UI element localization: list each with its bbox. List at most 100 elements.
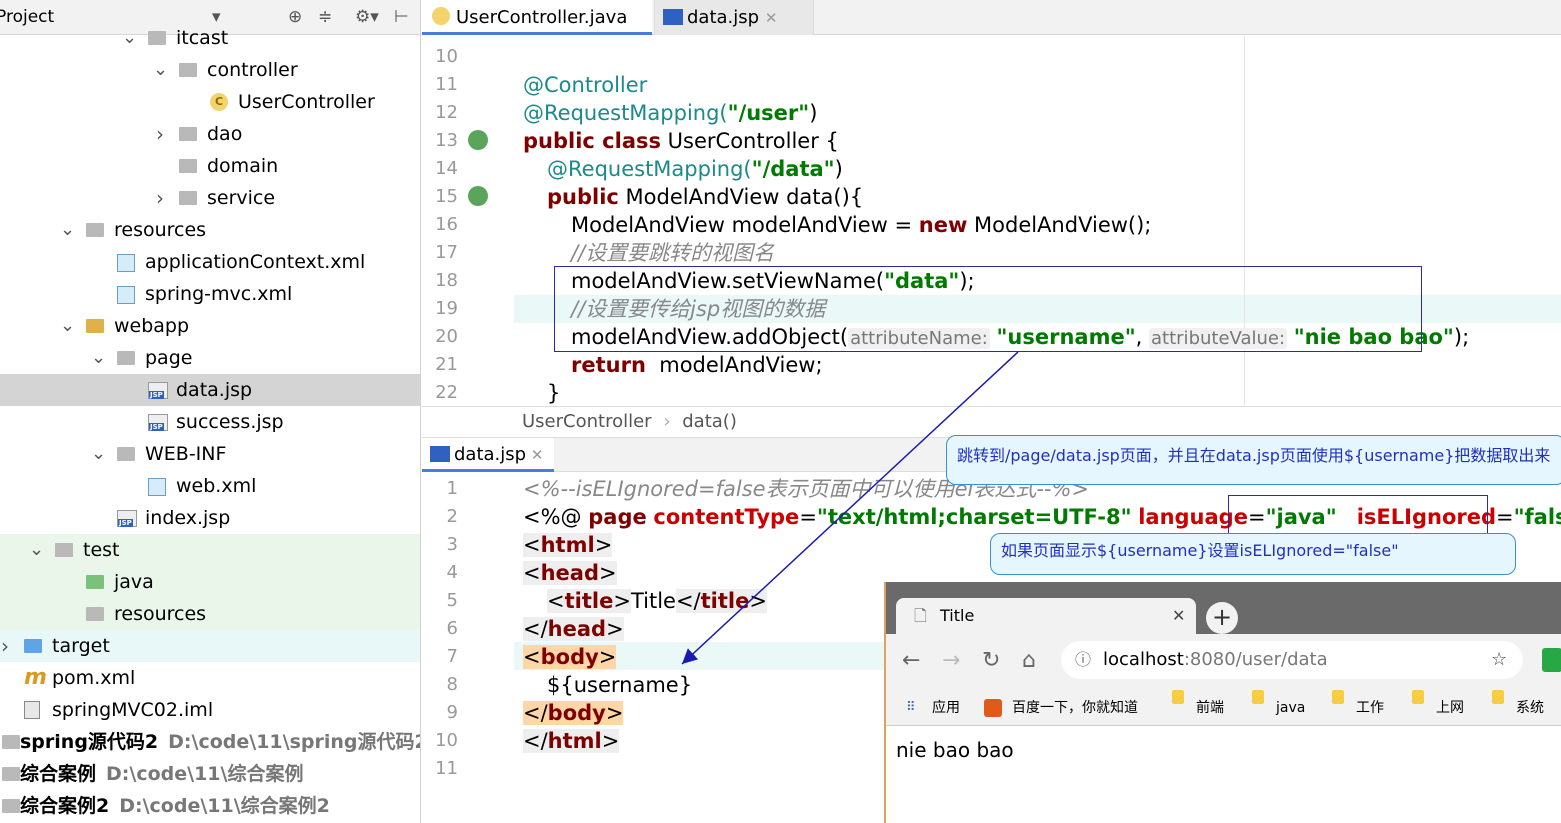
folder-icon: [86, 575, 104, 589]
chevron-down-icon[interactable]: ⌄: [91, 438, 106, 470]
star-icon[interactable]: ☆: [1491, 641, 1507, 679]
tree-item[interactable]: ⌄ itcast: [0, 22, 420, 54]
tree-item[interactable]: ⌄ controller: [0, 54, 420, 86]
bookmark-item[interactable]: 前端: [1196, 690, 1224, 726]
folder-icon: [179, 63, 197, 77]
tree-item[interactable]: ⌄ resources: [0, 214, 420, 246]
chevron-down-icon[interactable]: ⌄: [122, 22, 137, 54]
line-number: 5: [446, 590, 458, 611]
apps-icon[interactable]: ⠿: [906, 690, 916, 726]
browser-toolbar: ← → ↻ ⌂ ⓘ localhost:8080/user/data ☆: [886, 634, 1561, 690]
forward-icon[interactable]: →: [942, 648, 960, 673]
xml-file-icon: [117, 254, 135, 272]
tree-item[interactable]: › dao: [0, 118, 420, 150]
chevron-down-icon[interactable]: ⌄: [91, 342, 106, 374]
tag-name: body: [547, 701, 606, 725]
code-text: }: [547, 381, 561, 405]
tree-item-label: webapp: [114, 315, 190, 337]
chevron-right-icon[interactable]: ›: [153, 118, 167, 150]
line-number: 7: [446, 646, 458, 667]
jsp-icon: [430, 446, 450, 462]
tree-item[interactable]: springMVC02.iml: [0, 694, 420, 726]
browser-tab[interactable]: 🗋 Title ✕: [896, 598, 1196, 634]
spring-bean-gutter-icon[interactable]: [468, 130, 488, 150]
tree-item[interactable]: m pom.xml: [0, 662, 420, 694]
new-tab-button[interactable]: +: [1206, 602, 1238, 634]
tree-item[interactable]: success.jsp: [0, 406, 420, 438]
line-number: 8: [446, 674, 458, 695]
chevron-right-icon: ›: [663, 411, 671, 432]
code-text: UserController {: [661, 129, 839, 153]
module-item[interactable]: 综合案例2 D:\code\11\综合案例2: [0, 790, 420, 822]
string: "/data": [751, 157, 835, 181]
line-number: 6: [446, 618, 458, 639]
tag-name: title: [700, 589, 750, 613]
shield-icon[interactable]: [1542, 648, 1561, 672]
tree-item[interactable]: › service: [0, 182, 420, 214]
line-number: 4: [446, 562, 458, 583]
chevron-down-icon[interactable]: ⌄: [60, 310, 75, 342]
tree-item[interactable]: web.xml: [0, 470, 420, 502]
line-number: 22: [435, 382, 458, 403]
jsp-code[interactable]: <%--isELIgnored=false表示页面中可以使用el表达式--%> …: [523, 475, 1561, 811]
module-item[interactable]: spring源代码2 D:\code\11\spring源代码2: [0, 726, 420, 758]
chevron-right-icon[interactable]: ›: [0, 630, 12, 662]
tree-item-label: data.jsp: [176, 379, 253, 401]
bookmark-item[interactable]: 上网: [1436, 690, 1464, 726]
tree-item[interactable]: domain: [0, 150, 420, 182]
maven-icon: m: [24, 665, 47, 690]
tree-item[interactable]: › target: [0, 630, 420, 662]
code-text: ): [834, 157, 843, 181]
line-number: 11: [435, 758, 458, 779]
tree-item[interactable]: applicationContext.xml: [0, 246, 420, 278]
bookmark-item[interactable]: java: [1276, 690, 1305, 726]
close-icon[interactable]: ✕: [765, 9, 778, 27]
breadcrumb-item[interactable]: data(): [682, 411, 737, 432]
reload-icon[interactable]: ↻: [982, 648, 1000, 673]
back-icon[interactable]: ←: [902, 648, 920, 673]
tab-usercontroller[interactable]: UserController.java: [422, 0, 652, 35]
folder-icon: [86, 607, 104, 621]
request-mapping-gutter-icon[interactable]: [468, 186, 488, 206]
bookmark-item[interactable]: 百度一下，你就知道: [1012, 690, 1138, 726]
keyword: new: [918, 213, 968, 237]
home-icon[interactable]: ⌂: [1022, 648, 1036, 673]
folder-icon: [86, 319, 104, 333]
line-number: 14: [435, 158, 458, 179]
bookmark-item[interactable]: 应用: [932, 690, 960, 726]
tree-item[interactable]: java: [0, 566, 420, 598]
chevron-down-icon[interactable]: ⌄: [60, 214, 75, 246]
close-icon[interactable]: ✕: [1172, 598, 1185, 634]
tree-item[interactable]: spring-mvc.xml: [0, 278, 420, 310]
project-panel: Project ▾ ⊕ ≑ ⚙▾ ⊢ ⌄ itcast ⌄ controller C Us…: [0, 0, 421, 823]
tab-data-jsp-lower[interactable]: data.jsp ✕: [422, 438, 554, 472]
tab-data-jsp[interactable]: data.jsp ✕: [654, 0, 814, 35]
line-number: 11: [435, 74, 458, 95]
bookmark-item[interactable]: 系统: [1516, 690, 1544, 726]
close-icon[interactable]: ✕: [526, 446, 544, 464]
breadcrumb-item[interactable]: UserController: [522, 411, 652, 432]
tree-item[interactable]: ⌄ test: [0, 534, 420, 566]
java-code[interactable]: @Controller @RequestMapping("/user") pub…: [523, 43, 1469, 435]
callout-bubble: 如果页面显示${username}设置isELIgnored="false": [990, 533, 1516, 575]
tree-item-label: springMVC02.iml: [52, 699, 214, 721]
tree-item[interactable]: resources: [0, 598, 420, 630]
tree-item-label: pom.xml: [52, 667, 136, 689]
module-item[interactable]: 综合案例 D:\code\11\综合案例: [0, 758, 420, 790]
bookmark-item[interactable]: 工作: [1356, 690, 1384, 726]
line-number: 10: [435, 730, 458, 751]
tree-item[interactable]: ⌄ webapp: [0, 310, 420, 342]
chevron-right-icon[interactable]: ›: [153, 182, 167, 214]
tree-item[interactable]: data.jsp: [0, 374, 420, 406]
tree-item-label: controller: [207, 59, 298, 81]
tree-item[interactable]: ⌄ WEB-INF: [0, 438, 420, 470]
chevron-down-icon[interactable]: ⌄: [29, 534, 44, 566]
tree-item[interactable]: C UserController: [0, 86, 420, 118]
chevron-down-icon[interactable]: ⌄: [153, 54, 168, 86]
string: "false": [1513, 505, 1561, 529]
address-bar[interactable]: ⓘ localhost:8080/user/data ☆: [1061, 641, 1523, 679]
editor-tabs: UserController.java data.jsp ✕: [422, 0, 1561, 35]
tree-item-label: domain: [207, 155, 279, 177]
tree-item[interactable]: index.jsp: [0, 502, 420, 534]
tree-item[interactable]: ⌄ page: [0, 342, 420, 374]
